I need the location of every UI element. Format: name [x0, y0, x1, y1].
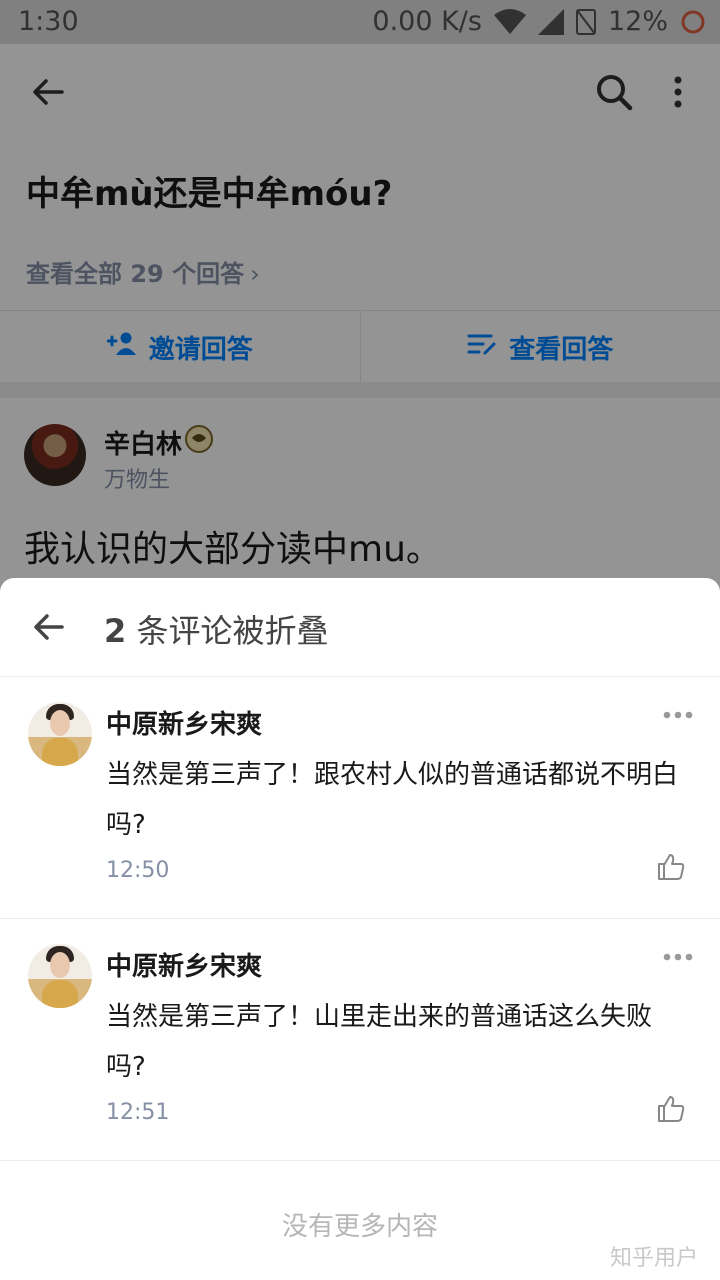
more-horizontal-icon[interactable]	[662, 948, 694, 961]
no-more-content: 没有更多内容	[281, 1212, 438, 1242]
comment-author[interactable]: 中原新乡宋爽	[106, 946, 262, 983]
avatar[interactable]	[28, 944, 92, 1008]
comment-author[interactable]: 中原新乡宋爽	[106, 704, 262, 741]
avatar[interactable]	[28, 702, 92, 766]
comment-item: 中原新乡宋爽 当然是第三声了！跟农村人似的普通话都说不明白吗? 12:50	[0, 676, 720, 919]
comment-time: 12:51	[106, 1100, 170, 1125]
sheet-title-text: 条评论被折叠	[126, 612, 329, 650]
comment-time: 12:50	[106, 858, 170, 883]
folded-count: 2	[104, 612, 127, 650]
sheet-header: 2 条评论被折叠	[0, 578, 720, 677]
thumbs-up-icon[interactable]	[656, 1094, 686, 1124]
comment-item: 中原新乡宋爽 当然是第三声了！山里走出来的普通话这么失败吗? 12:51	[0, 918, 720, 1161]
thumbs-up-icon[interactable]	[656, 852, 686, 882]
watermark: 知乎用户	[610, 1246, 699, 1271]
folded-comments-sheet: 2 条评论被折叠 中原新乡宋爽 当然是第三声了！跟农村人似的普通话都说不明白吗?…	[0, 578, 720, 1280]
comment-text: 当然是第三声了！山里走出来的普通话这么失败吗?	[106, 1002, 653, 1082]
comment-text: 当然是第三声了！跟农村人似的普通话都说不明白吗?	[106, 760, 679, 840]
sheet-title: 2 条评论被折叠	[104, 606, 328, 652]
more-horizontal-icon[interactable]	[662, 706, 694, 719]
back-icon[interactable]	[30, 608, 68, 646]
